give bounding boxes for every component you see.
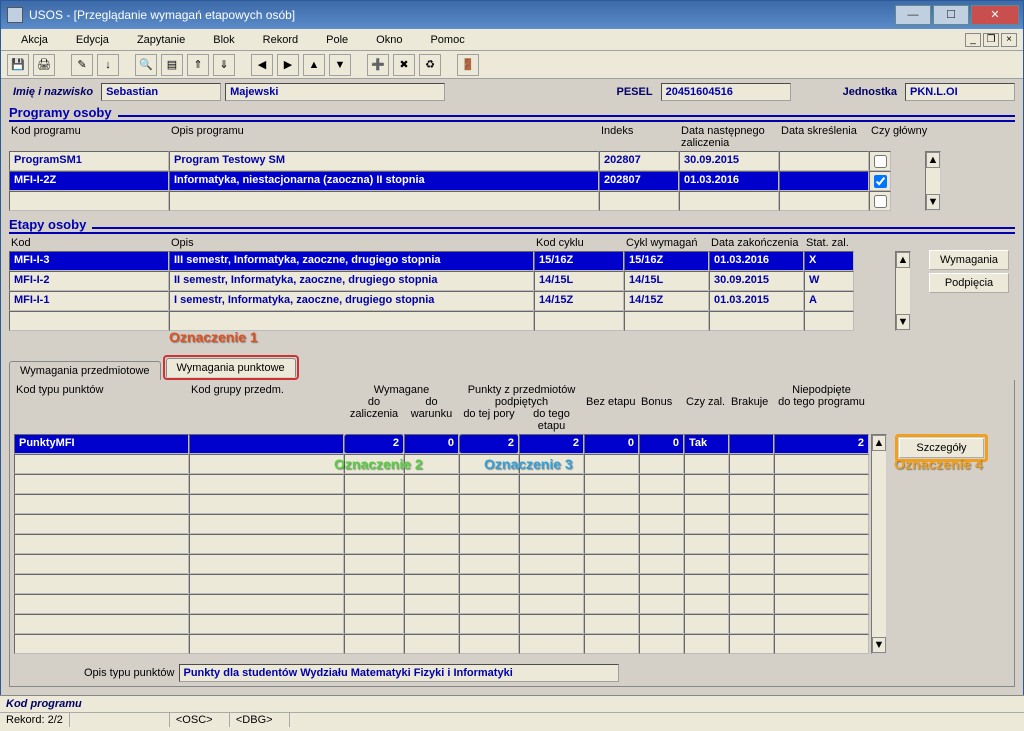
status-label: Kod programu: [0, 696, 1024, 712]
statusbar: Kod programu Rekord: 2/2 <OSC> <DBG>: [0, 695, 1024, 731]
last-name-field[interactable]: [225, 83, 445, 101]
mdi-minimize-button[interactable]: _: [965, 33, 981, 47]
toolbar: 💾 🖨 ✎ ↓ 🔍 ▤ ⇑ ⇓ ◀ ▶ ▲ ▼ ➕ ✖ ♻ 🚪: [1, 51, 1023, 79]
programy-headers: Kod programu Opis programu Indeks Data n…: [9, 124, 1015, 151]
first-icon[interactable]: ◀: [251, 54, 273, 76]
punkty-scrollbar[interactable]: ▲ ▼: [871, 434, 887, 654]
pesel-label: PESEL: [613, 84, 657, 100]
scroll-up-icon[interactable]: ▲: [896, 252, 910, 268]
table-row[interactable]: [9, 311, 889, 331]
titlebar: USOS - [Przeglądanie wymagań etapowych o…: [1, 1, 1023, 29]
annotation-4: Oznaczenie 4: [894, 456, 983, 472]
menubar: Akcja Edycja Zapytanie Blok Rekord Pole …: [1, 29, 1023, 51]
window-title: USOS - [Przeglądanie wymagań etapowych o…: [29, 8, 893, 22]
menu-okno[interactable]: Okno: [362, 32, 416, 48]
glowny-checkbox[interactable]: [874, 175, 887, 188]
annotation-3: Oznaczenie 3: [484, 456, 573, 472]
punkty-row[interactable]: [14, 574, 869, 594]
opis-typu-field[interactable]: [179, 664, 619, 682]
punkty-row[interactable]: [14, 634, 869, 654]
exit-icon[interactable]: 🚪: [457, 54, 479, 76]
punkty-row[interactable]: [14, 594, 869, 614]
tabs: Wymagania przedmiotowe Wymagania punktow…: [9, 355, 1015, 380]
app-icon: [7, 7, 23, 23]
unit-field[interactable]: [905, 83, 1015, 101]
table-row[interactable]: ProgramSM1 Program Testowy SM 202807 30.…: [9, 151, 969, 171]
query-icon[interactable]: 🔍: [135, 54, 157, 76]
glowny-checkbox[interactable]: [874, 195, 887, 208]
refresh-icon[interactable]: ♻: [419, 54, 441, 76]
filter-icon[interactable]: ▤: [161, 54, 183, 76]
table-row[interactable]: MFI-I-1 I semestr, Informatyka, zaoczne,…: [9, 291, 889, 311]
scroll-up-icon[interactable]: ▲: [926, 152, 940, 168]
punkty-row[interactable]: [14, 494, 869, 514]
print-icon[interactable]: 🖨: [33, 54, 55, 76]
menu-pomoc[interactable]: Pomoc: [416, 32, 478, 48]
etapy-headers: Kod Opis Kod cyklu Cykl wymagań Data zak…: [9, 236, 1015, 251]
maximize-button[interactable]: ☐: [933, 5, 969, 25]
minimize-button[interactable]: —: [895, 5, 931, 25]
mdi-restore-button[interactable]: ❐: [983, 33, 999, 47]
glowny-checkbox[interactable]: [874, 155, 887, 168]
delete-icon[interactable]: ✖: [393, 54, 415, 76]
edit-icon[interactable]: ✎: [71, 54, 93, 76]
punkty-row[interactable]: [14, 514, 869, 534]
menu-zapytanie[interactable]: Zapytanie: [123, 32, 199, 48]
programy-table: ProgramSM1 Program Testowy SM 202807 30.…: [9, 151, 969, 211]
punkty-row[interactable]: [14, 474, 869, 494]
table-row[interactable]: MFI-I-2Z Informatyka, niestacjonarna (za…: [9, 171, 969, 191]
scroll-down-icon[interactable]: ▼: [896, 314, 910, 330]
punkty-row[interactable]: [14, 554, 869, 574]
scroll-down-icon[interactable]: ▼: [872, 637, 886, 653]
save-icon[interactable]: 💾: [7, 54, 29, 76]
scroll-down-icon[interactable]: ▼: [926, 194, 940, 210]
etapy-table: MFI-I-3 III semestr, Informatyka, zaoczn…: [9, 251, 889, 331]
etapy-scrollbar[interactable]: ▲ ▼: [895, 251, 911, 331]
sort-asc-icon[interactable]: ⇑: [187, 54, 209, 76]
punkty-row[interactable]: PunktyMFI 2 0 2 2 0 0 Tak 2: [14, 434, 869, 454]
tab-wymagania-przedmiotowe[interactable]: Wymagania przedmiotowe: [9, 361, 161, 380]
wymagania-button[interactable]: Wymagania: [929, 250, 1009, 270]
szczegoly-button[interactable]: Szczegóły: [899, 438, 984, 458]
punkty-row[interactable]: [14, 534, 869, 554]
etapy-section-title: Etapy osoby: [9, 217, 1015, 234]
add-icon[interactable]: ➕: [367, 54, 389, 76]
punkty-headers: Kod typu punktów Kod grupy przedm. Wymag…: [14, 384, 1010, 432]
tab-wymagania-punktowe[interactable]: Wymagania punktowe: [166, 358, 296, 377]
table-row[interactable]: MFI-I-3 III semestr, Informatyka, zaoczn…: [9, 251, 889, 271]
menu-pole[interactable]: Pole: [312, 32, 362, 48]
podpiecia-button[interactable]: Podpięcia: [929, 273, 1009, 293]
menu-edycja[interactable]: Edycja: [62, 32, 123, 48]
table-row[interactable]: MFI-I-2 II semestr, Informatyka, zaoczne…: [9, 271, 889, 291]
table-row[interactable]: [9, 191, 969, 211]
sort-desc-icon[interactable]: ⇓: [213, 54, 235, 76]
person-header: Imię i nazwisko PESEL Jednostka: [9, 83, 1015, 101]
annotation-2: Oznaczenie 2: [334, 456, 423, 472]
menu-rekord[interactable]: Rekord: [249, 32, 312, 48]
menu-blok[interactable]: Blok: [199, 32, 248, 48]
opis-typu-label: Opis typu punktów: [84, 667, 175, 679]
scroll-up-icon[interactable]: ▲: [872, 435, 886, 451]
record-counter: Rekord: 2/2: [0, 713, 70, 727]
pesel-field[interactable]: [661, 83, 791, 101]
name-label: Imię i nazwisko: [9, 84, 97, 100]
punkty-row[interactable]: [14, 614, 869, 634]
programy-section-title: Programy osoby: [9, 105, 1015, 122]
programy-scrollbar[interactable]: ▲ ▼: [925, 151, 941, 211]
punkty-row[interactable]: [14, 454, 869, 474]
close-button[interactable]: ✕: [971, 5, 1019, 25]
status-osc: <OSC>: [170, 713, 230, 727]
menu-akcja[interactable]: Akcja: [7, 32, 62, 48]
prev-icon[interactable]: ▶: [277, 54, 299, 76]
mdi-close-button[interactable]: ×: [1001, 33, 1017, 47]
last-icon[interactable]: ▼: [329, 54, 351, 76]
down-icon[interactable]: ↓: [97, 54, 119, 76]
annotation-1: Oznaczenie 1: [169, 329, 258, 345]
opis-typu-row: Opis typu punktów: [84, 664, 1010, 682]
status-dbg: <DBG>: [230, 713, 290, 727]
next-icon[interactable]: ▲: [303, 54, 325, 76]
unit-label: Jednostka: [839, 84, 901, 100]
first-name-field[interactable]: [101, 83, 221, 101]
